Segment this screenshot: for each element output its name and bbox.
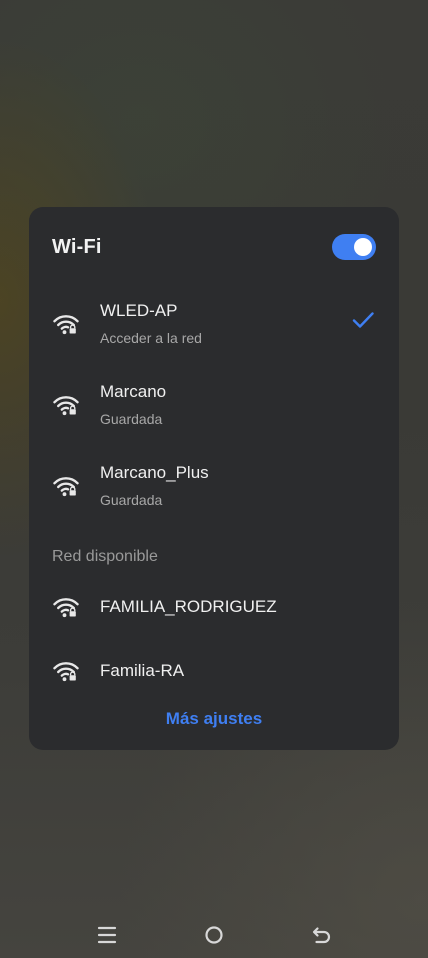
network-item-familia-ra[interactable]: Familia-RA (29, 644, 399, 700)
network-name: Familia-RA (100, 661, 185, 680)
network-item-wled-ap[interactable]: WLED-AP Acceder a la red (29, 289, 399, 369)
wifi-toggle[interactable] (332, 234, 376, 260)
navigation-bar (0, 918, 428, 954)
toggle-knob (354, 238, 372, 256)
network-status: Guardada (100, 492, 163, 508)
connected-check-icon (352, 312, 374, 328)
network-status: Guardada (100, 411, 163, 427)
network-item-familia-rodriguez[interactable]: FAMILIA_RODRIGUEZ (29, 579, 399, 635)
network-name: FAMILIA_RODRIGUEZ (100, 597, 277, 616)
wifi-locked-icon (53, 596, 79, 618)
network-name: WLED-AP (100, 301, 178, 320)
network-name: Marcano (100, 382, 167, 401)
wifi-locked-icon (53, 394, 79, 416)
wifi-quick-panel: Wi-Fi WLED-AP Acceder a la red Marcano G… (29, 207, 399, 750)
menu-icon[interactable] (89, 918, 125, 954)
home-icon[interactable] (196, 918, 232, 954)
network-status: Acceder a la red (100, 330, 202, 346)
available-networks-label: Red disponible (52, 548, 158, 565)
wifi-locked-icon (53, 313, 79, 335)
wifi-locked-icon (53, 475, 79, 497)
network-item-marcano-plus[interactable]: Marcano_Plus Guardada (29, 451, 399, 531)
wifi-panel-header: Wi-Fi (29, 207, 399, 287)
network-name: Marcano_Plus (100, 463, 209, 482)
back-icon[interactable] (303, 918, 339, 954)
network-item-marcano[interactable]: Marcano Guardada (29, 370, 399, 450)
wifi-locked-icon (53, 660, 79, 682)
panel-title: Wi-Fi (52, 236, 102, 258)
more-settings-link[interactable]: Más ajustes (29, 709, 399, 729)
